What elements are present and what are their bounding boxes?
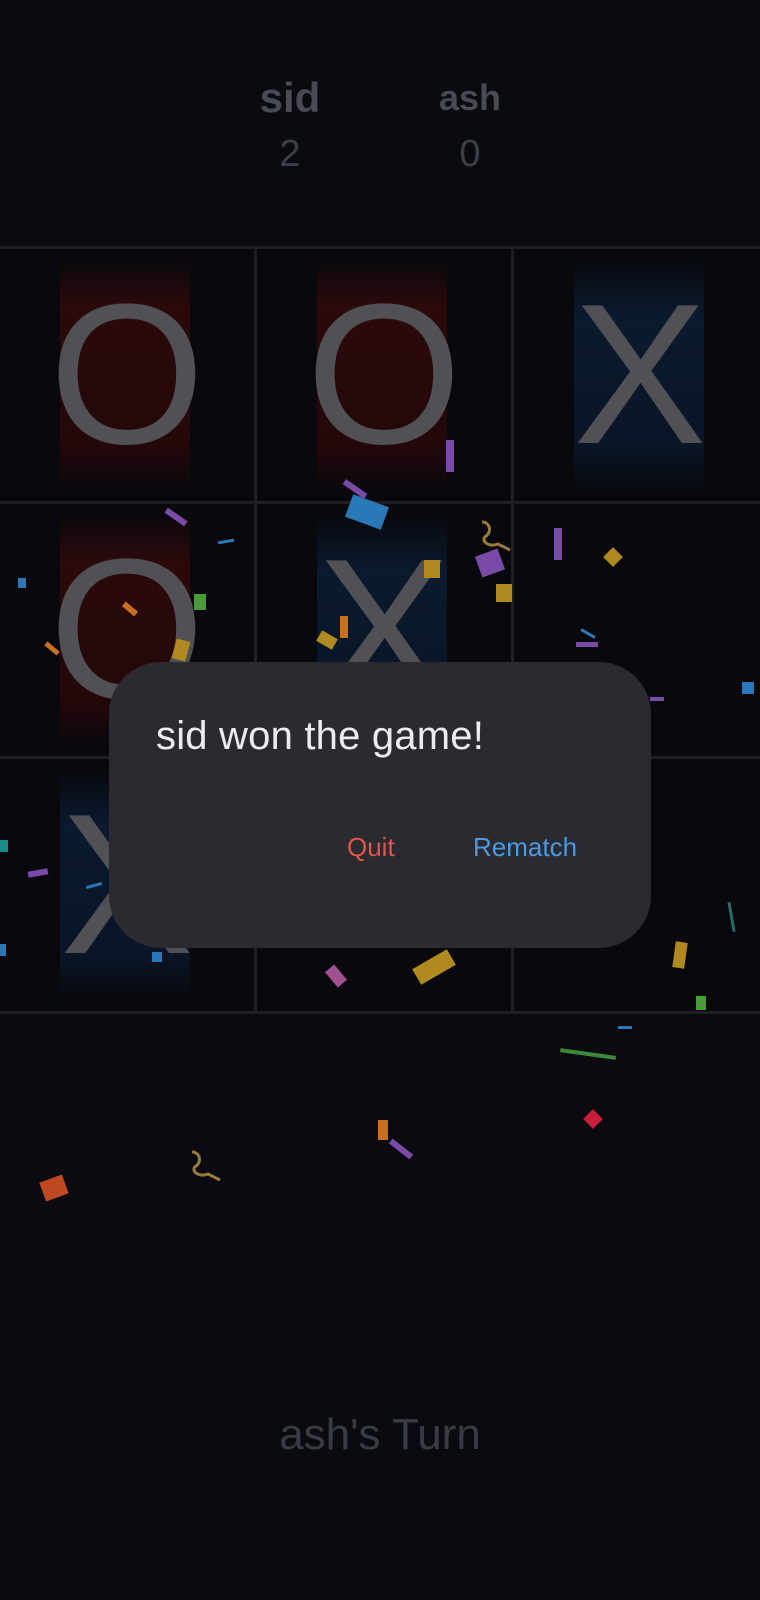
confetti-piece bbox=[0, 944, 6, 956]
board-cell[interactable]: O bbox=[0, 249, 254, 501]
player-one-score: sid 2 bbox=[210, 72, 370, 184]
player-one-points: 2 bbox=[279, 133, 301, 175]
cell-mark: X bbox=[573, 263, 707, 486]
turn-indicator: ash's Turn bbox=[279, 1410, 481, 1459]
confetti-piece bbox=[742, 682, 754, 694]
confetti-piece bbox=[378, 1120, 388, 1140]
confetti-piece bbox=[424, 560, 440, 578]
dialog-message: sid won the game! bbox=[156, 714, 485, 758]
confetti-piece bbox=[618, 1026, 632, 1029]
confetti-piece bbox=[194, 594, 206, 610]
player-one-name: sid bbox=[259, 74, 321, 121]
confetti-piece bbox=[446, 440, 454, 472]
confetti-piece bbox=[0, 840, 8, 852]
game-over-dialog: sid won the game! Quit Rematch bbox=[109, 662, 651, 948]
cell-mark: O bbox=[306, 263, 462, 486]
confetti-piece bbox=[39, 1174, 69, 1202]
confetti-piece bbox=[496, 584, 512, 602]
confetti-piece bbox=[340, 616, 348, 638]
confetti-piece bbox=[559, 1048, 617, 1060]
confetti-piece bbox=[696, 996, 706, 1010]
confetti-curl bbox=[481, 520, 511, 552]
confetti-piece bbox=[554, 528, 562, 560]
board-cell[interactable]: O bbox=[257, 249, 511, 501]
game-screen: sid 2 ash 0 O O X O X X bbox=[0, 0, 760, 1600]
confetti-piece bbox=[650, 697, 664, 701]
player-two-name: ash bbox=[438, 77, 502, 118]
confetti-piece bbox=[152, 952, 162, 962]
board-cell[interactable]: X bbox=[514, 249, 760, 501]
player-two-score: ash 0 bbox=[390, 72, 550, 184]
confetti-curl bbox=[191, 1150, 221, 1182]
player-two-points: 0 bbox=[459, 133, 481, 175]
rematch-button[interactable]: Rematch bbox=[473, 832, 577, 863]
quit-button[interactable]: Quit bbox=[347, 832, 395, 863]
confetti-piece bbox=[388, 1138, 414, 1160]
cell-mark: O bbox=[49, 263, 205, 486]
confetti-piece bbox=[576, 642, 598, 647]
confetti-piece bbox=[18, 578, 26, 588]
confetti-piece bbox=[583, 1109, 603, 1129]
